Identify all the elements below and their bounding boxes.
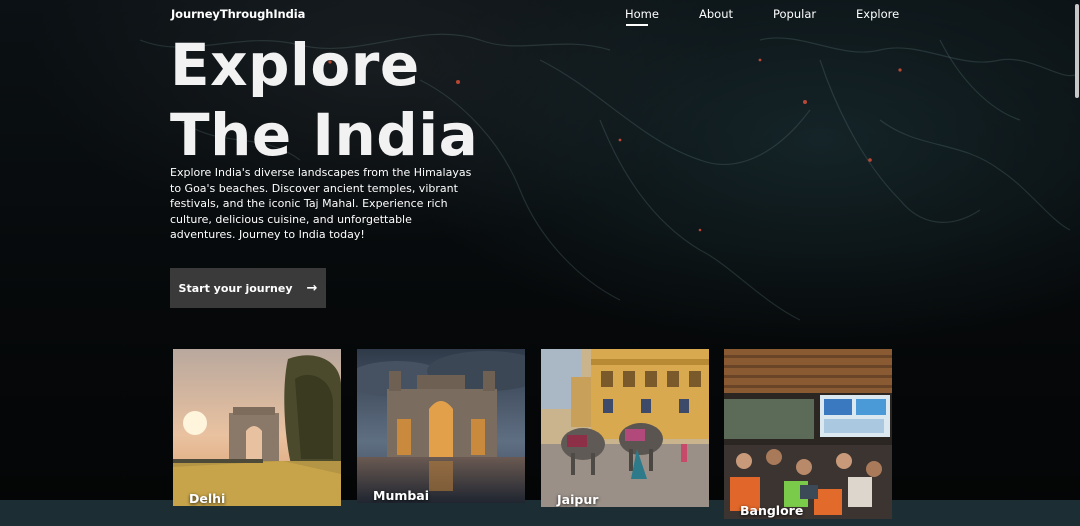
hero-title-line-1: Explore — [170, 31, 420, 99]
scrollbar-thumb[interactable] — [1075, 4, 1079, 98]
city-label-delhi: Delhi — [189, 491, 226, 506]
page-scrollbar[interactable] — [1074, 0, 1080, 100]
hero-description: Explore India's diverse landscapes from … — [170, 166, 472, 241]
nav-link-explore[interactable]: Explore — [856, 7, 899, 21]
top-navigation: JourneyThroughIndia Home About Popular E… — [0, 0, 1080, 30]
city-label-mumbai: Mumbai — [373, 488, 430, 503]
hero-title-line-2: The India — [170, 101, 479, 169]
mumbai-image — [357, 349, 525, 503]
active-nav-indicator — [626, 24, 648, 26]
brand-logo-text[interactable]: JourneyThroughIndia — [171, 7, 305, 21]
delhi-image — [173, 349, 341, 506]
nav-link-popular[interactable]: Popular — [773, 7, 816, 21]
city-label-jaipur: Jaipur — [557, 492, 599, 507]
nav-link-about[interactable]: About — [699, 7, 733, 21]
world-map-graphic — [139, 33, 1076, 321]
start-journey-button[interactable]: Start your journey → — [170, 268, 326, 308]
arrow-right-icon: → — [306, 280, 318, 296]
city-label-banglore: Banglore — [740, 503, 804, 518]
hero-background — [0, 0, 1080, 526]
hero-title: Explore The India — [170, 30, 478, 170]
city-card-mumbai[interactable]: Mumbai — [357, 349, 525, 503]
banglore-image — [724, 349, 892, 519]
nav-link-home[interactable]: Home — [625, 7, 659, 21]
jaipur-image — [541, 349, 709, 507]
bottom-section-background — [0, 500, 1080, 526]
city-card-jaipur[interactable]: Jaipur — [541, 349, 709, 507]
city-card-delhi[interactable]: Delhi — [173, 349, 341, 506]
city-card-banglore[interactable]: Banglore — [724, 349, 892, 519]
start-journey-label: Start your journey — [178, 281, 293, 295]
